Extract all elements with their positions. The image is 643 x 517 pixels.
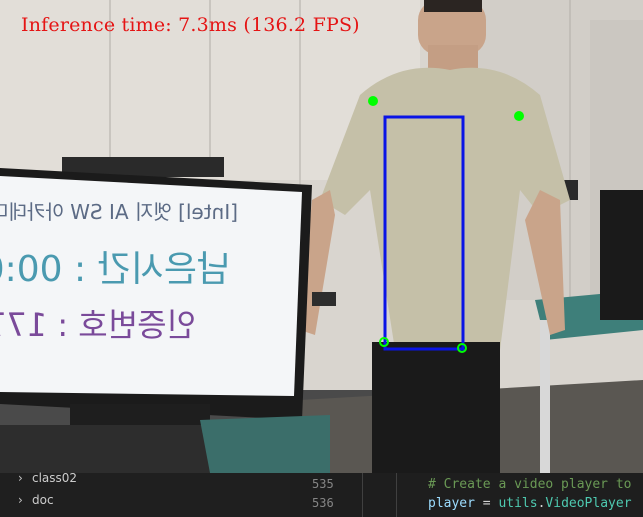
code-token-variable: player: [428, 496, 475, 511]
line-number: 536: [312, 496, 334, 510]
file-explorer: › class02 › doc: [0, 471, 290, 517]
code-editor: › class02 › doc 535 536 # Create a video…: [0, 471, 643, 517]
camera-feed: [Intel] 엣지 AI SW 아카데미이 남은시간 : 00:0 인증번호 …: [0, 0, 643, 473]
tree-item-class02[interactable]: › class02: [18, 468, 77, 488]
code-line-comment[interactable]: # Create a video player to: [428, 477, 632, 492]
monitor-line-2: 남은시간 : 00:0: [0, 249, 230, 290]
code-token-class: VideoPlayer: [545, 496, 632, 511]
indent-guide: [362, 473, 363, 517]
chevron-right-icon: ›: [18, 471, 23, 485]
monitor-line-3: 인증번호 : 177: [0, 306, 196, 344]
tree-item-label: class02: [32, 471, 78, 485]
tree-item-doc[interactable]: › doc: [18, 490, 54, 510]
code-token-operator: =: [474, 496, 499, 511]
code-token-module: utils: [498, 496, 538, 511]
camera-scene: [0, 0, 643, 473]
tree-item-label: doc: [32, 493, 54, 507]
line-number: 535: [312, 477, 334, 491]
keypoint-right-shoulder: [514, 111, 524, 121]
inference-time-overlay: Inference time: 7.3ms (136.2 FPS): [21, 14, 360, 36]
keypoint-left-shoulder: [368, 96, 378, 106]
indent-guide: [396, 473, 397, 517]
monitor-line-1: [Intel] 엣지 AI SW 아카데미이: [0, 200, 238, 224]
chevron-right-icon: ›: [18, 493, 23, 507]
code-line-assignment[interactable]: player = utils.VideoPlayer: [428, 496, 632, 511]
line-number-gutter: 535 536: [290, 473, 398, 517]
